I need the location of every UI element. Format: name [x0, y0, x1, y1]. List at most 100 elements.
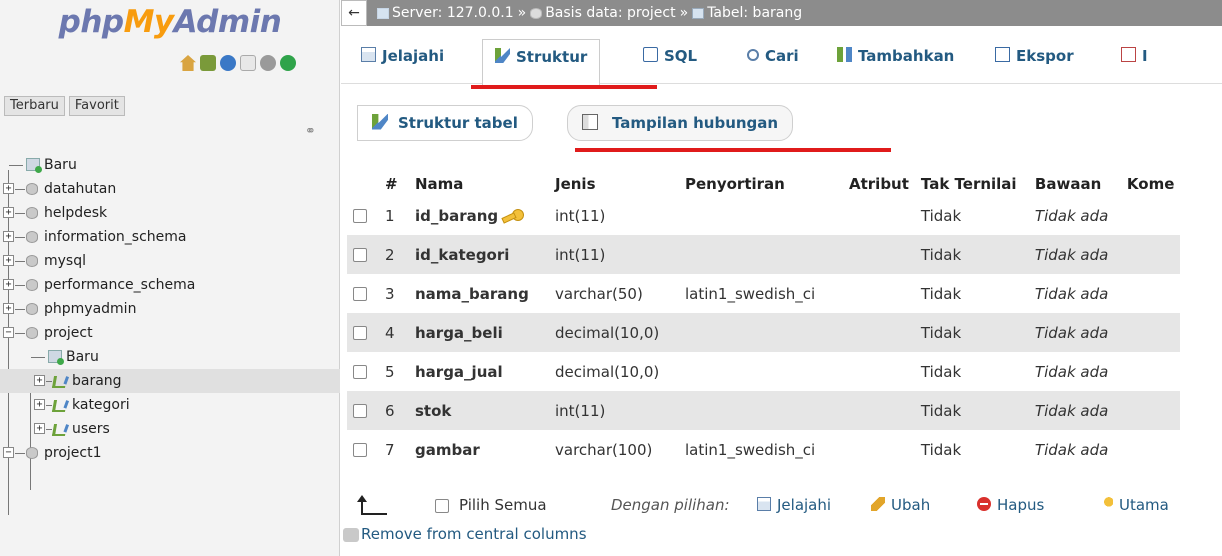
recent-button[interactable]: Terbaru: [4, 96, 65, 116]
tree-item-table-kategori[interactable]: + kategori: [0, 393, 340, 417]
table-icon: [52, 423, 66, 435]
table-row: 7 gambar varchar(100) latin1_swedish_ci …: [347, 430, 1181, 469]
table-row: 3 nama_barang varchar(50) latin1_swedish…: [347, 274, 1181, 313]
table-row: 1 id_barang int(11) Tidak Tidak ada: [347, 196, 1181, 235]
bulk-drop-button[interactable]: Hapus: [977, 496, 1044, 514]
tab-structure[interactable]: Struktur: [482, 39, 601, 85]
tree-item-mysql[interactable]: + mysql: [0, 249, 340, 273]
row-checkbox[interactable]: [353, 404, 367, 418]
table-icon: [692, 7, 705, 19]
remove-central-columns-link[interactable]: Remove from central columns: [343, 525, 587, 543]
bulk-primary-button[interactable]: Utama: [1099, 496, 1169, 514]
collapse-icon[interactable]: −: [3, 327, 14, 338]
bulk-change-button[interactable]: Ubah: [871, 496, 930, 514]
header-type[interactable]: Jenis: [549, 164, 679, 196]
select-all[interactable]: Pilih Semua: [435, 496, 547, 514]
header-num[interactable]: #: [379, 164, 409, 196]
reload-icon[interactable]: [280, 55, 296, 71]
table-structure-button[interactable]: Struktur tabel: [357, 105, 533, 141]
table-icon: [52, 375, 66, 387]
header-attributes[interactable]: Atribut: [843, 164, 915, 196]
database-icon: [26, 279, 38, 291]
new-database-icon: [26, 158, 42, 173]
database-icon: [26, 207, 38, 219]
row-checkbox[interactable]: [353, 209, 367, 223]
settings-icon[interactable]: [260, 55, 276, 71]
database-tree: Baru + datahutan + helpdesk + informatio…: [0, 153, 340, 465]
bulk-browse-button[interactable]: Jelajahi: [757, 496, 831, 514]
header-null[interactable]: Tak Ternilai: [915, 164, 1029, 196]
row-checkbox[interactable]: [353, 287, 367, 301]
favorites-button[interactable]: Favorit: [68, 96, 125, 116]
expand-icon[interactable]: +: [3, 231, 14, 242]
tree-item-new-table[interactable]: Baru: [0, 345, 340, 369]
expand-icon[interactable]: +: [34, 399, 45, 410]
relation-view-icon: [582, 113, 598, 130]
tree-item-performance-schema[interactable]: + performance_schema: [0, 273, 340, 297]
database-icon: [26, 255, 38, 267]
expand-icon[interactable]: +: [3, 303, 14, 314]
export-icon: [995, 47, 1010, 62]
expand-icon[interactable]: +: [3, 279, 14, 290]
drop-icon: [977, 496, 991, 511]
table-header-row: # Nama Jenis Penyortiran Atribut Tak Ter…: [347, 164, 1180, 196]
header-collation[interactable]: Penyortiran: [679, 164, 843, 196]
docs-icon[interactable]: [240, 55, 256, 71]
expand-icon[interactable]: +: [3, 183, 14, 194]
sql-icon: [643, 47, 658, 62]
expand-icon[interactable]: +: [34, 423, 45, 434]
table-row: 4 harga_beli decimal(10,0) Tidak Tidak a…: [347, 313, 1181, 352]
database-icon: [26, 231, 38, 243]
tab-import[interactable]: I: [1109, 39, 1160, 73]
tab-search[interactable]: Cari: [735, 39, 811, 73]
help-icon[interactable]: [220, 55, 236, 71]
tab-insert[interactable]: Tambahkan: [825, 39, 966, 73]
search-icon: [747, 48, 759, 61]
tree-item-information-schema[interactable]: + information_schema: [0, 225, 340, 249]
breadcrumb-table[interactable]: Tabel: barang: [692, 0, 802, 26]
relation-view-button[interactable]: Tampilan hubungan: [567, 105, 794, 141]
tree-item-datahutan[interactable]: + datahutan: [0, 177, 340, 201]
header-comments[interactable]: Kome: [1121, 164, 1180, 196]
link-with-main-icon[interactable]: ⚭: [305, 124, 316, 139]
breadcrumb-server[interactable]: Server: 127.0.0.1: [377, 0, 514, 26]
browse-icon: [361, 47, 376, 62]
phpmyadmin-logo[interactable]: phpMyAdmin: [0, 0, 340, 50]
row-checkbox[interactable]: [353, 365, 367, 379]
row-checkbox[interactable]: [353, 443, 367, 457]
tree-item-phpmyadmin[interactable]: + phpmyadmin: [0, 297, 340, 321]
breadcrumb-database[interactable]: Basis data: project: [530, 0, 676, 26]
expand-icon[interactable]: +: [34, 375, 45, 386]
back-arrow-icon[interactable]: ←: [341, 0, 367, 26]
bulk-actions: Pilih Semua Dengan pilihan: Jelajahi Uba…: [341, 492, 1222, 522]
expand-icon[interactable]: +: [3, 255, 14, 266]
select-all-checkbox[interactable]: [435, 498, 449, 513]
insert-icon: [837, 47, 852, 62]
tree-item-new-database[interactable]: Baru: [0, 153, 340, 177]
table-row: 5 harga_jual decimal(10,0) Tidak Tidak a…: [347, 352, 1181, 391]
table-row: 2 id_kategori int(11) Tidak Tidak ada: [347, 235, 1181, 274]
header-default[interactable]: Bawaan: [1029, 164, 1121, 196]
row-checkbox[interactable]: [353, 326, 367, 340]
structure-table: # Nama Jenis Penyortiran Atribut Tak Ter…: [347, 164, 1181, 469]
structure-icon: [495, 48, 510, 63]
expand-icon[interactable]: +: [3, 207, 14, 218]
tab-browse[interactable]: Jelajahi: [349, 39, 456, 73]
primary-key-icon: [502, 209, 525, 223]
tab-sql[interactable]: SQL: [631, 39, 709, 73]
collapse-icon[interactable]: −: [3, 447, 14, 458]
navigation-sidebar: phpMyAdmin Terbaru Favorit ⚭ Baru + data…: [0, 0, 340, 556]
server-icon: [377, 7, 389, 19]
tree-item-table-users[interactable]: + users: [0, 417, 340, 441]
tree-item-project1[interactable]: − project1: [0, 441, 340, 465]
central-columns-icon: [343, 527, 359, 542]
tab-export[interactable]: Ekspor: [983, 39, 1086, 73]
row-checkbox[interactable]: [353, 248, 367, 262]
tree-item-table-barang[interactable]: + barang: [0, 369, 340, 393]
tree-item-helpdesk[interactable]: + helpdesk: [0, 201, 340, 225]
tree-item-project[interactable]: − project: [0, 321, 340, 345]
home-icon[interactable]: [180, 55, 196, 71]
header-name[interactable]: Nama: [409, 164, 549, 196]
annotation-underline: [575, 148, 891, 152]
exit-icon[interactable]: [200, 55, 216, 71]
